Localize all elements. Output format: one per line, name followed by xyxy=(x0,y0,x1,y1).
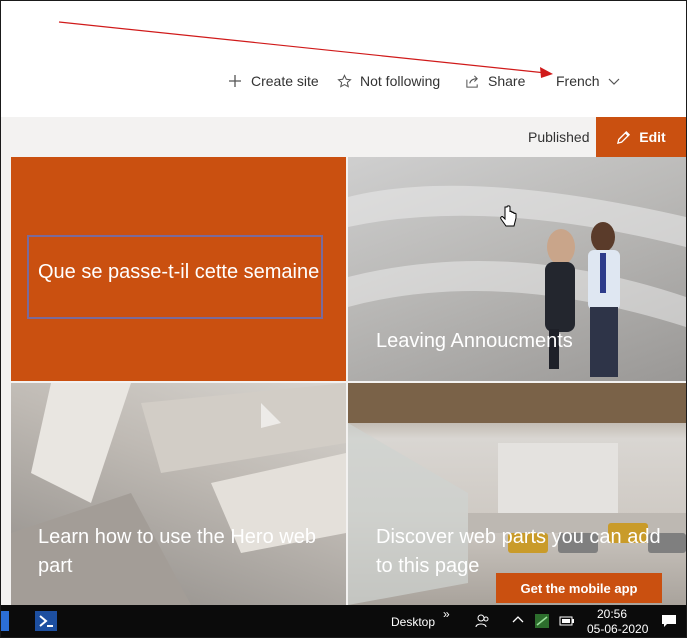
hero-tile-1[interactable]: Que se passe-t-il cette semaine xyxy=(11,157,346,381)
sharepoint-window: Create site Not following Share French P… xyxy=(0,0,687,638)
clock-time[interactable]: 20:56 xyxy=(597,607,627,621)
network-icon[interactable] xyxy=(534,613,550,629)
plus-icon xyxy=(227,73,243,89)
create-site-label: Create site xyxy=(251,73,319,89)
share-label: Share xyxy=(488,73,526,89)
hero-tile-title: Que se passe-t-il cette semaine xyxy=(38,261,320,283)
follow-button[interactable]: Not following xyxy=(336,71,440,91)
share-icon xyxy=(464,73,480,89)
toolbar-overflow[interactable]: » xyxy=(443,607,450,621)
follow-label: Not following xyxy=(360,73,441,89)
share-button[interactable]: Share xyxy=(464,71,525,91)
edit-button[interactable]: Edit xyxy=(596,117,686,157)
top-strip xyxy=(1,1,686,36)
chevron-up-icon[interactable] xyxy=(511,613,527,629)
hero-web-part: Que se passe-t-il cette semaine Leaving … xyxy=(1,157,686,605)
language-dropdown[interactable]: French xyxy=(556,71,620,91)
hero-tile-title: Learn how to use the Hero web part xyxy=(38,526,316,577)
page-status-bar: Published Edit xyxy=(1,117,686,157)
hero-tile-title: Leaving Annoucments xyxy=(376,330,573,352)
windows-taskbar: Desktop » 20:56 05-06-2020 xyxy=(1,605,686,637)
published-status: Published xyxy=(528,129,590,145)
desktop-toolbar-label[interactable]: Desktop xyxy=(391,615,435,629)
hero-tile-2[interactable]: Leaving Annoucments xyxy=(348,157,686,381)
chevron-down-icon xyxy=(608,73,620,89)
clock-date[interactable]: 05-06-2020 xyxy=(587,622,648,636)
cursor-hand-icon xyxy=(500,205,518,234)
edit-label: Edit xyxy=(639,129,666,145)
powershell-icon[interactable] xyxy=(35,611,57,631)
battery-icon[interactable] xyxy=(558,613,574,629)
pencil-icon xyxy=(616,130,631,145)
command-bar: Create site Not following Share French xyxy=(1,35,686,117)
notification-icon[interactable] xyxy=(661,613,677,629)
star-icon xyxy=(336,73,352,89)
get-mobile-app-button[interactable]: Get the mobile app xyxy=(496,573,662,603)
hero-tile-3[interactable]: Learn how to use the Hero web part xyxy=(11,383,346,605)
hero-tile-4[interactable]: Discover web parts you can add to this p… xyxy=(348,383,686,605)
taskbar-app-icon[interactable] xyxy=(1,611,9,631)
language-label: French xyxy=(556,73,600,89)
create-site-button[interactable]: Create site xyxy=(227,71,319,91)
people-icon[interactable] xyxy=(475,613,491,629)
